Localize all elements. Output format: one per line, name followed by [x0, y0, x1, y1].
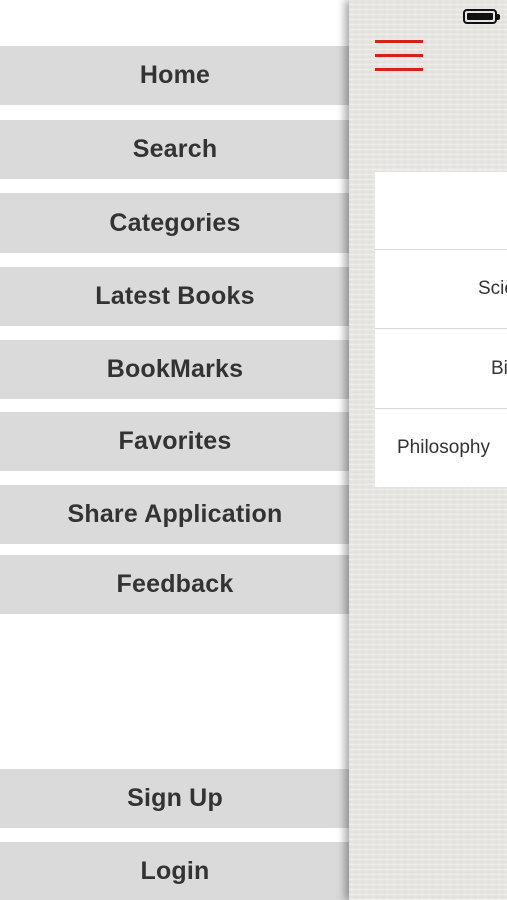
menu-item-label: Share Application: [67, 500, 283, 528]
menu-item-home[interactable]: Home: [0, 46, 350, 105]
menu-item-label: Search: [132, 135, 218, 163]
menu-item-share-application[interactable]: Share Application: [0, 485, 350, 544]
menu-item-label: Favorites: [118, 427, 232, 455]
hamburger-icon[interactable]: [375, 38, 423, 74]
list-item-philosophy[interactable]: Philosophy: [375, 409, 507, 487]
battery-level: [467, 13, 493, 20]
list-item-label: Scie: [478, 278, 507, 299]
menu-item-bookmarks[interactable]: BookMarks: [0, 340, 350, 399]
menu-item-label: Sign Up: [127, 784, 223, 812]
list-item-label: Philosophy: [397, 437, 490, 458]
battery-icon: [463, 9, 500, 24]
list-item-label: Bi: [491, 357, 507, 379]
menu-item-login[interactable]: Login: [0, 842, 350, 900]
main-panel: Scie Bi Philosophy: [349, 0, 507, 900]
menu-item-favorites[interactable]: Favorites: [0, 412, 350, 471]
list-item-biography[interactable]: Bi: [375, 329, 507, 409]
menu-item-label: BookMarks: [106, 355, 244, 383]
menu-item-label: Categories: [109, 208, 241, 237]
menu-item-latest-books[interactable]: Latest Books: [0, 267, 350, 326]
menu-item-label: Feedback: [116, 570, 234, 598]
side-menu: Home Search Categories Latest Books Book…: [0, 0, 350, 900]
list-item-science[interactable]: Scie: [375, 250, 507, 329]
list-item[interactable]: [375, 172, 507, 250]
menu-item-search[interactable]: Search: [0, 120, 350, 179]
menu-item-label: Home: [139, 61, 211, 89]
menu-item-sign-up[interactable]: Sign Up: [0, 769, 350, 828]
menu-item-categories[interactable]: Categories: [0, 193, 350, 253]
app-screen: Home Search Categories Latest Books Book…: [0, 0, 507, 900]
menu-item-label: Login: [140, 856, 210, 885]
menu-item-label: Latest Books: [95, 282, 255, 310]
menu-item-feedback[interactable]: Feedback: [0, 555, 350, 614]
